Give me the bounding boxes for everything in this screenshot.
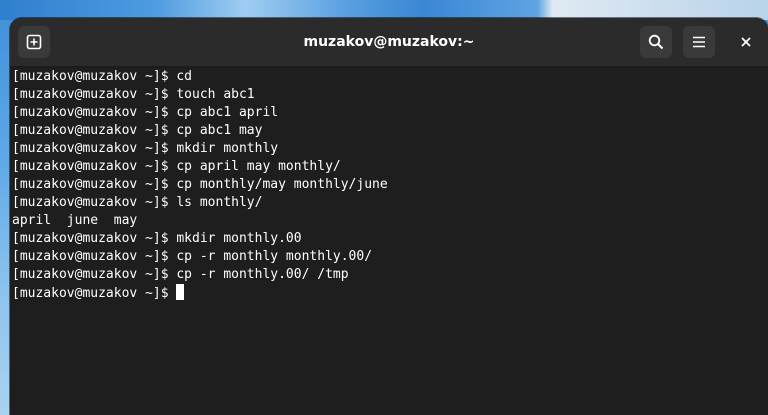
- title-bar: muzakov@muzakov:~: [10, 18, 768, 67]
- new-tab-button[interactable]: [18, 26, 50, 58]
- terminal-line: [muzakov@muzakov ~]$ ls monthly/: [12, 195, 263, 210]
- terminal-window: muzakov@muzakov:~ [muzakov@muzakov ~]$ c…: [10, 18, 768, 415]
- terminal-prompt-line[interactable]: [muzakov@muzakov ~]$: [12, 284, 768, 302]
- terminal-line: [muzakov@muzakov ~]$ cp abc1 may: [12, 123, 263, 138]
- desktop-background: [0, 0, 768, 20]
- terminal-line: [muzakov@muzakov ~]$ cp -r monthly.00/ /…: [12, 267, 349, 282]
- text-cursor: [176, 284, 185, 300]
- terminal-line: [muzakov@muzakov ~]$ touch abc1: [12, 87, 255, 102]
- hamburger-menu-icon: [691, 34, 707, 50]
- terminal-line: [muzakov@muzakov ~]$ cp abc1 april: [12, 105, 279, 120]
- terminal-line: [muzakov@muzakov ~]$ cp monthly/may mont…: [12, 177, 388, 192]
- terminal-line: [muzakov@muzakov ~]$ cp -r monthly month…: [12, 249, 373, 264]
- terminal-line: [muzakov@muzakov ~]$ cd: [12, 69, 193, 84]
- terminal-line: april june may: [12, 213, 138, 228]
- new-tab-icon: [26, 34, 42, 50]
- search-button[interactable]: [640, 26, 672, 58]
- close-button[interactable]: [730, 26, 762, 58]
- search-icon: [648, 34, 664, 50]
- terminal-line: [muzakov@muzakov ~]$ cp april may monthl…: [12, 159, 341, 174]
- menu-button[interactable]: [683, 26, 715, 58]
- close-icon: [740, 36, 752, 48]
- terminal-output[interactable]: [muzakov@muzakov ~]$ cd [muzakov@muzakov…: [10, 67, 768, 415]
- terminal-line: [muzakov@muzakov ~]$ mkdir monthly.00: [12, 231, 302, 246]
- terminal-prompt: [muzakov@muzakov ~]$: [12, 286, 177, 301]
- terminal-line: [muzakov@muzakov ~]$ mkdir monthly: [12, 141, 279, 156]
